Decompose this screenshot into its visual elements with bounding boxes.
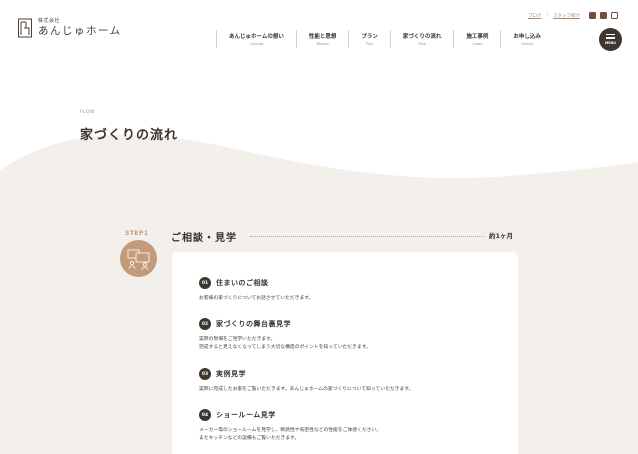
global-nav: あんじゅホームの想い Concept 性能と思想 Mission プラン Pla… xyxy=(216,30,553,48)
logo-name: あんじゅホーム xyxy=(38,25,122,38)
menu-button-label: MENU xyxy=(605,41,616,45)
nav-item-plan[interactable]: プラン Plan xyxy=(348,30,390,48)
nav-sublabel: Cases xyxy=(472,41,483,46)
item-description: メーカー等のショールームを見学し、断熱性や気密性などの性能をご体感ください。 ま… xyxy=(199,427,381,442)
instagram-alt-icon[interactable] xyxy=(589,12,596,19)
item-description-line: 実際の現場をご見学いただきます。 xyxy=(199,337,276,342)
logo[interactable]: 株式会社 あんじゅホーム xyxy=(18,18,122,38)
nav-item-concept[interactable]: あんじゅホームの想い Concept xyxy=(216,30,296,48)
hamburger-icon xyxy=(606,34,615,39)
item-title: 家づくりの舞台裏見学 xyxy=(216,320,291,328)
logo-company-type: 株式会社 xyxy=(38,18,61,25)
nav-item-cases[interactable]: 施工事例 Cases xyxy=(453,30,500,48)
item-description: 実際の現場をご見学いただきます。 完成すると見えなくなってしまう大切な構造のポイ… xyxy=(199,336,371,351)
logo-mark-icon xyxy=(18,18,32,38)
step-item: 01 住まいのご相談 お客様の家づくりについてお話させていただきます。 xyxy=(199,277,313,303)
nav-sublabel: Mission xyxy=(316,41,329,46)
page-title: 家づくりの流れ xyxy=(80,128,179,143)
section-label-en: FLOW xyxy=(80,110,95,115)
utility-separator: | xyxy=(546,13,548,18)
facebook-icon[interactable] xyxy=(600,12,607,19)
step-item: 03 実例見学 実際に完成したお家をご覧いただきます。あんじゅホームの家づくりに… xyxy=(199,368,413,394)
item-title: ショールーム見学 xyxy=(216,411,276,419)
item-number: 01 xyxy=(199,277,211,289)
item-number: 02 xyxy=(199,318,211,330)
sns-links xyxy=(589,12,618,19)
nav-sublabel: Contact xyxy=(520,41,534,46)
nav-item-mission[interactable]: 性能と思想 Mission xyxy=(295,30,349,48)
staff-link[interactable]: スタッフ紹介 xyxy=(553,13,580,19)
utility-nav: ブログ | スタッフ紹介 xyxy=(528,12,618,19)
nav-sublabel: Plan xyxy=(366,41,374,46)
item-number: 03 xyxy=(199,368,211,380)
item-description: お客様の家づくりについてお話させていただきます。 xyxy=(199,295,313,303)
step-item: 04 ショールーム見学 メーカー等のショールームを見学し、断熱性や気密性などの性… xyxy=(199,409,381,442)
step-label: STEP1 xyxy=(125,230,149,237)
dotted-divider xyxy=(250,236,484,237)
item-title: 実例見学 xyxy=(216,370,246,378)
item-description-line: お客様の家づくりについてお話させていただきます。 xyxy=(199,296,314,301)
menu-button[interactable]: MENU xyxy=(599,28,622,51)
instagram-icon[interactable] xyxy=(611,12,618,19)
step-card: 01 住まいのご相談 お客様の家づくりについてお話させていただきます。 02 家… xyxy=(172,252,518,454)
step-duration: 約1ヶ月 xyxy=(489,232,514,240)
nav-item-contact[interactable]: お申し込み Contact xyxy=(500,30,553,48)
nav-label: プラン xyxy=(361,34,378,41)
nav-item-flow[interactable]: 家づくりの流れ Flow xyxy=(389,30,454,48)
step-title: ご相談・見学 xyxy=(171,233,237,244)
nav-label: お申し込み xyxy=(513,34,541,41)
item-number: 04 xyxy=(199,409,211,421)
nav-label: 家づくりの流れ xyxy=(402,34,442,41)
item-description-line: 実際に完成したお家をご覧いただきます。あんじゅホームの家づくりについて知っていた… xyxy=(199,387,414,392)
item-description-line: メーカー等のショールームを見学し、断熱性や気密性などの性能をご体感ください。 xyxy=(199,428,382,433)
item-description: 実際に完成したお家をご覧いただきます。あんじゅホームの家づくりについて知っていた… xyxy=(199,386,413,394)
nav-sublabel: Flow xyxy=(418,41,426,46)
consultation-icon xyxy=(127,249,149,270)
blog-link[interactable]: ブログ xyxy=(528,13,542,19)
nav-label: 施工事例 xyxy=(466,34,489,41)
step-badge xyxy=(120,240,157,277)
item-description-line: 完成すると見えなくなってしまう大切な構造のポイントを知っていただきます。 xyxy=(199,344,371,350)
item-description-line: またキッチンなどの設備もご覧いただきます。 xyxy=(199,435,300,441)
nav-sublabel: Concept xyxy=(249,41,264,46)
nav-label: 性能と思想 xyxy=(308,34,337,41)
item-title: 住まいのご相談 xyxy=(216,279,269,287)
nav-label: あんじゅホームの想い xyxy=(229,34,284,41)
step-item: 02 家づくりの舞台裏見学 実際の現場をご見学いただきます。 完成すると見えなく… xyxy=(199,318,371,351)
